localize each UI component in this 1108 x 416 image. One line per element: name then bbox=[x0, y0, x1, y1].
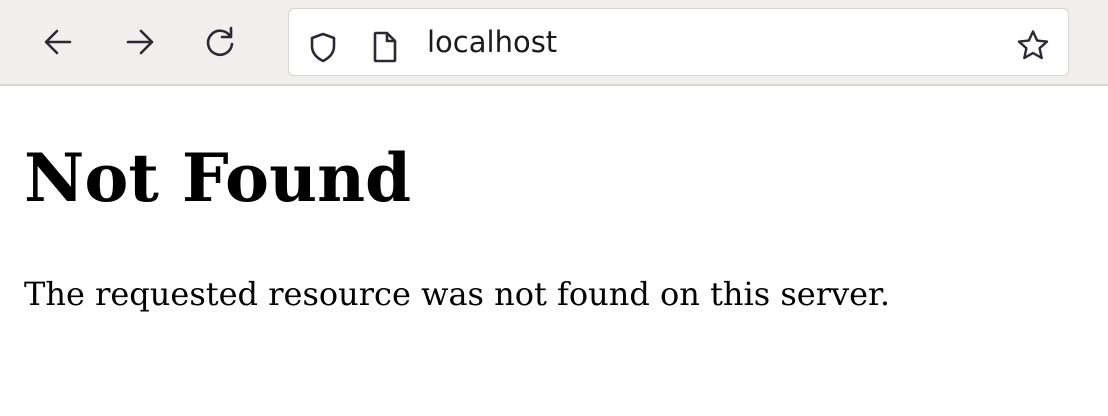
url-text[interactable]: localhost bbox=[427, 9, 557, 75]
browser-toolbar: localhost bbox=[0, 0, 1108, 86]
page-title: Not Found bbox=[24, 139, 412, 217]
reload-icon bbox=[202, 24, 238, 60]
arrow-right-icon bbox=[122, 24, 158, 60]
reload-button[interactable] bbox=[200, 22, 240, 62]
error-message: The requested resource was not found on … bbox=[24, 275, 890, 313]
arrow-left-icon bbox=[40, 24, 76, 60]
back-button[interactable] bbox=[38, 22, 78, 62]
star-icon[interactable] bbox=[1015, 28, 1051, 64]
page-icon[interactable] bbox=[371, 30, 399, 64]
forward-button[interactable] bbox=[120, 22, 160, 62]
shield-icon[interactable] bbox=[306, 30, 340, 64]
url-bar[interactable]: localhost bbox=[288, 8, 1069, 76]
